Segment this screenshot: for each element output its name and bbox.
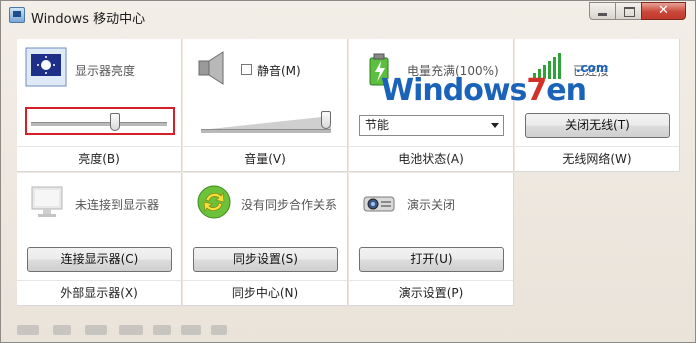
maximize-button[interactable] — [615, 2, 642, 20]
close-button[interactable]: ✕ — [641, 2, 686, 20]
mute-checkbox[interactable] — [241, 64, 252, 75]
volume-slider-track[interactable] — [201, 129, 331, 133]
mute-label: 静音(M) — [257, 64, 301, 78]
blurred-status-strip — [1, 317, 695, 342]
tile-external-display: 未连接到显示器 连接显示器(C) 外部显示器(X) — [17, 173, 182, 306]
tile-brightness: 显示器亮度 亮度(B) — [17, 39, 182, 172]
watermark-text: Windows — [381, 73, 527, 108]
brightness-slider-thumb[interactable] — [110, 113, 121, 131]
blurred-item — [53, 325, 71, 335]
external-monitor-icon — [31, 186, 63, 217]
sync-icon — [197, 185, 231, 219]
highlight-box — [25, 107, 175, 135]
title-bar[interactable]: Windows 移动中心 ✕ — [1, 1, 695, 31]
speaker-icon[interactable] — [195, 49, 233, 87]
blurred-item — [85, 325, 107, 335]
connect-display-button[interactable]: 连接显示器(C) — [27, 247, 172, 272]
volume-footer: 音量(V) — [183, 146, 347, 171]
tile-volume: 静音(M) 音量(V) — [183, 39, 348, 172]
watermark-en: en — [546, 73, 587, 108]
blurred-item — [153, 325, 171, 335]
volume-slider-thumb[interactable] — [321, 111, 331, 129]
watermark-seven: 7 — [526, 73, 547, 108]
tile-sync: 没有同步合作关系 同步设置(S) 同步中心(N) — [183, 173, 348, 306]
sync-footer: 同步中心(N) — [183, 280, 347, 305]
presentation-status: 演示关闭 — [407, 198, 456, 212]
sync-status: 没有同步合作关系 — [241, 198, 338, 212]
monitor-brightness-icon[interactable] — [25, 47, 67, 87]
chevron-down-icon — [491, 123, 499, 128]
power-plan-select[interactable]: 节能 — [359, 115, 504, 136]
brightness-slider-track[interactable] — [31, 122, 167, 126]
minimize-button[interactable] — [589, 2, 616, 20]
display-footer: 外部显示器(X) — [17, 280, 181, 305]
mobility-center-app-icon — [9, 7, 25, 23]
disable-wireless-button[interactable]: 关闭无线(T) — [525, 113, 670, 138]
wireless-footer: 无线网络(W) — [515, 146, 679, 171]
brightness-status: 显示器亮度 — [75, 64, 136, 78]
blurred-item — [211, 325, 227, 335]
power-plan-value: 节能 — [365, 118, 390, 132]
window-title: Windows 移动中心 — [31, 12, 146, 27]
presentation-footer: 演示设置(P) — [349, 280, 513, 305]
blurred-item — [119, 325, 143, 335]
blurred-item — [17, 325, 39, 335]
turn-on-presentation-button[interactable]: 打开(U) — [359, 247, 504, 272]
site-watermark: Windows7en .com — [381, 61, 631, 113]
battery-footer: 电池状态(A) — [349, 146, 513, 171]
projector-icon — [363, 196, 395, 212]
brightness-footer: 亮度(B) — [17, 146, 181, 171]
display-status: 未连接到显示器 — [75, 198, 160, 212]
watermark-domain: .com — [576, 61, 609, 75]
mobility-center-window: Windows 移动中心 ✕ 显示器亮度 亮度(B) 静音(M) 音量(V) 电… — [0, 0, 696, 343]
sync-settings-button[interactable]: 同步设置(S) — [193, 247, 338, 272]
close-icon: ✕ — [658, 3, 669, 18]
volume-level-wedge — [201, 116, 331, 130]
blurred-item — [181, 325, 201, 335]
tile-presentation: 演示关闭 打开(U) 演示设置(P) — [349, 173, 514, 306]
